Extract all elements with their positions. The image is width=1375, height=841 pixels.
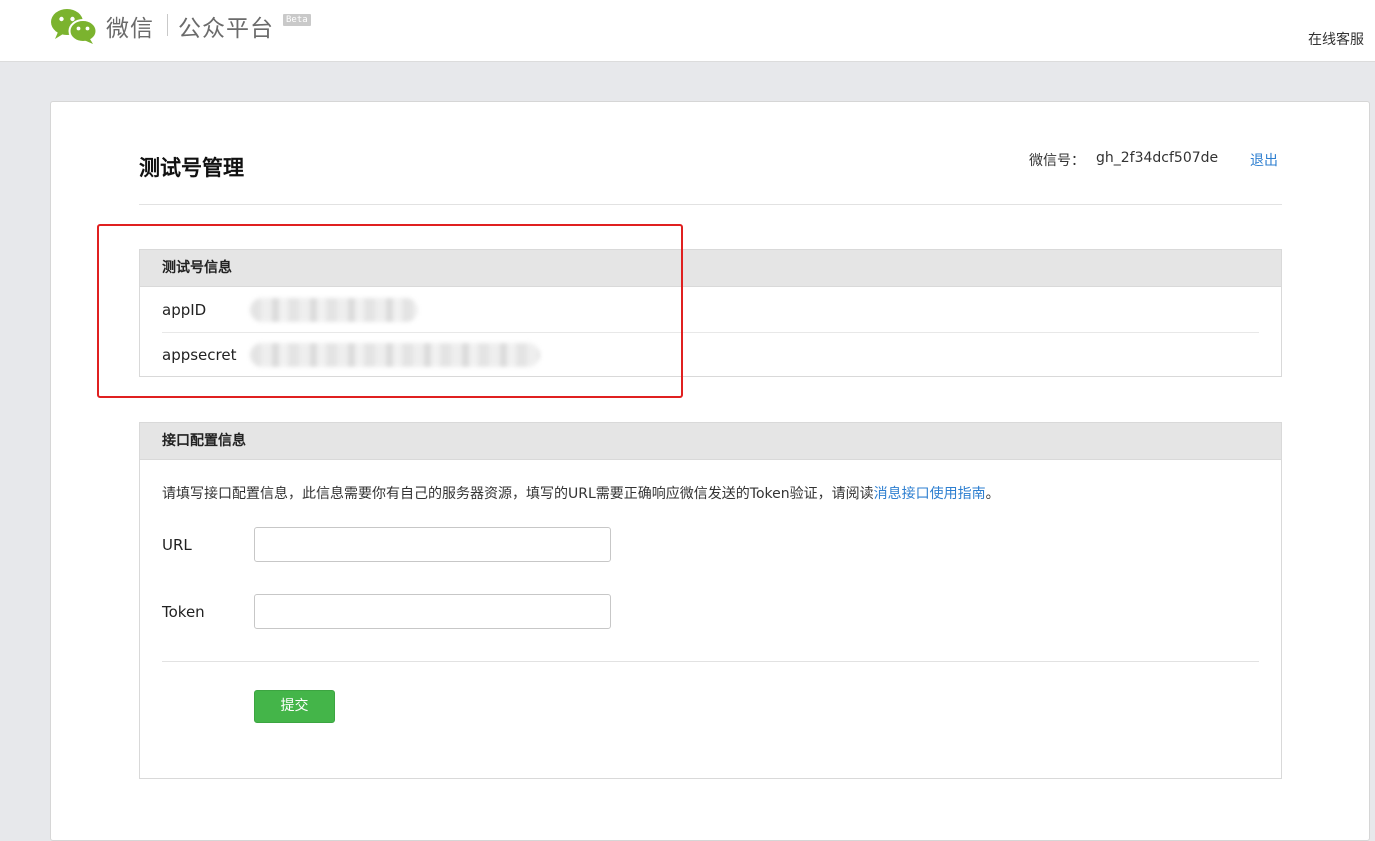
appid-value-redacted xyxy=(250,298,418,322)
logout-link[interactable]: 退出 xyxy=(1250,150,1278,170)
url-input[interactable] xyxy=(254,527,611,562)
card-header: 测试号信息 xyxy=(140,250,1281,287)
main-panel: 测试号管理 微信号： gh_2f34dcf507de 退出 测试号信息 appI… xyxy=(50,101,1370,841)
appid-label: appID xyxy=(162,301,207,319)
account-label: 微信号： xyxy=(1029,153,1085,169)
card-header: 接口配置信息 xyxy=(140,423,1281,460)
page-title: 测试号管理 xyxy=(139,156,244,180)
token-label: Token xyxy=(162,603,205,621)
appsecret-value-redacted xyxy=(250,343,540,367)
account-id: gh_2f34dcf507de xyxy=(1096,150,1219,166)
config-description: 请填写接口配置信息，此信息需要你有自己的服务器资源，填写的URL需要正确响应微信… xyxy=(162,483,1000,503)
token-input[interactable] xyxy=(254,594,611,629)
description-text: 请填写接口配置信息，此信息需要你有自己的服务器资源，填写的URL需要正确响应微信… xyxy=(162,486,874,502)
submit-button[interactable]: 提交 xyxy=(254,690,335,723)
brand-divider xyxy=(167,14,168,36)
platform-name: 公众平台 xyxy=(178,16,274,42)
url-label: URL xyxy=(162,536,192,554)
top-header: 微信 公众平台 Beta 在线客服 xyxy=(0,0,1375,62)
title-divider xyxy=(139,204,1282,205)
appsecret-row: appsecret xyxy=(162,333,1259,378)
form-divider xyxy=(162,661,1259,662)
appsecret-label: appsecret xyxy=(162,346,237,364)
beta-badge: Beta xyxy=(283,14,311,26)
wechat-logo-icon[interactable] xyxy=(50,8,98,44)
appid-row: appID xyxy=(162,288,1259,333)
guide-link[interactable]: 消息接口使用指南 xyxy=(874,486,986,502)
online-service-link[interactable]: 在线客服 xyxy=(1308,29,1364,49)
brand-name: 微信 xyxy=(106,16,154,42)
test-account-info-card: 测试号信息 appID appsecret xyxy=(139,249,1282,377)
description-period: 。 xyxy=(985,486,1000,502)
interface-config-card: 接口配置信息 请填写接口配置信息，此信息需要你有自己的服务器资源，填写的URL需… xyxy=(139,422,1282,779)
